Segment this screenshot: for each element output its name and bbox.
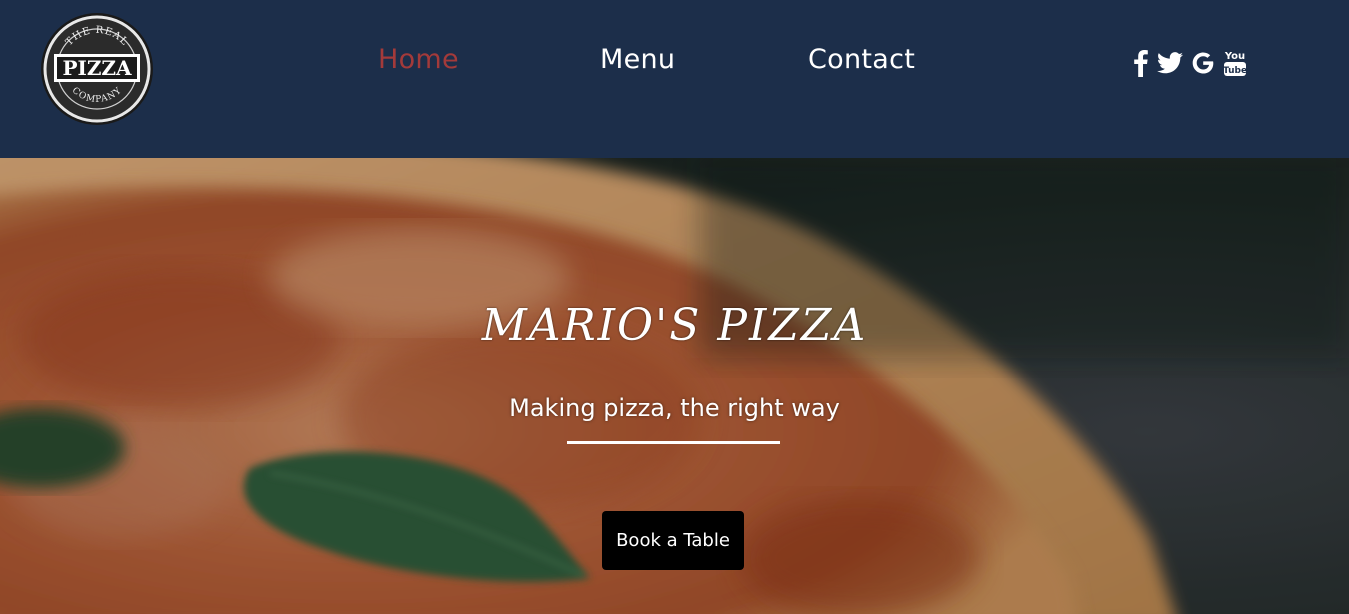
nav-contact[interactable]: Contact <box>808 44 915 75</box>
nav-menu[interactable]: Menu <box>600 44 675 75</box>
youtube-icon-bottom-text: Tube <box>1223 66 1247 76</box>
pizza-company-logo[interactable]: THE REAL PIZZA COMPANY <box>40 10 154 128</box>
youtube-icon-top-text: You <box>1224 51 1245 62</box>
twitter-icon[interactable] <box>1157 52 1183 74</box>
hero-section: MARIO'S PIZZA Making pizza, the right wa… <box>0 158 1349 614</box>
youtube-icon[interactable]: You Tube <box>1223 48 1247 78</box>
hero-subtitle: Making pizza, the right way <box>509 394 840 422</box>
book-table-button[interactable]: Book a Table <box>602 511 744 570</box>
social-links: You Tube <box>1133 47 1247 79</box>
site-header: THE REAL PIZZA COMPANY Home Menu Contact… <box>0 0 1349 158</box>
hero-divider <box>567 441 780 444</box>
facebook-icon[interactable] <box>1133 49 1149 77</box>
nav-home[interactable]: Home <box>378 44 459 75</box>
google-icon[interactable] <box>1191 51 1215 75</box>
logo-main-text: PIZZA <box>62 56 132 80</box>
hero-title: MARIO'S PIZZA <box>481 300 868 351</box>
